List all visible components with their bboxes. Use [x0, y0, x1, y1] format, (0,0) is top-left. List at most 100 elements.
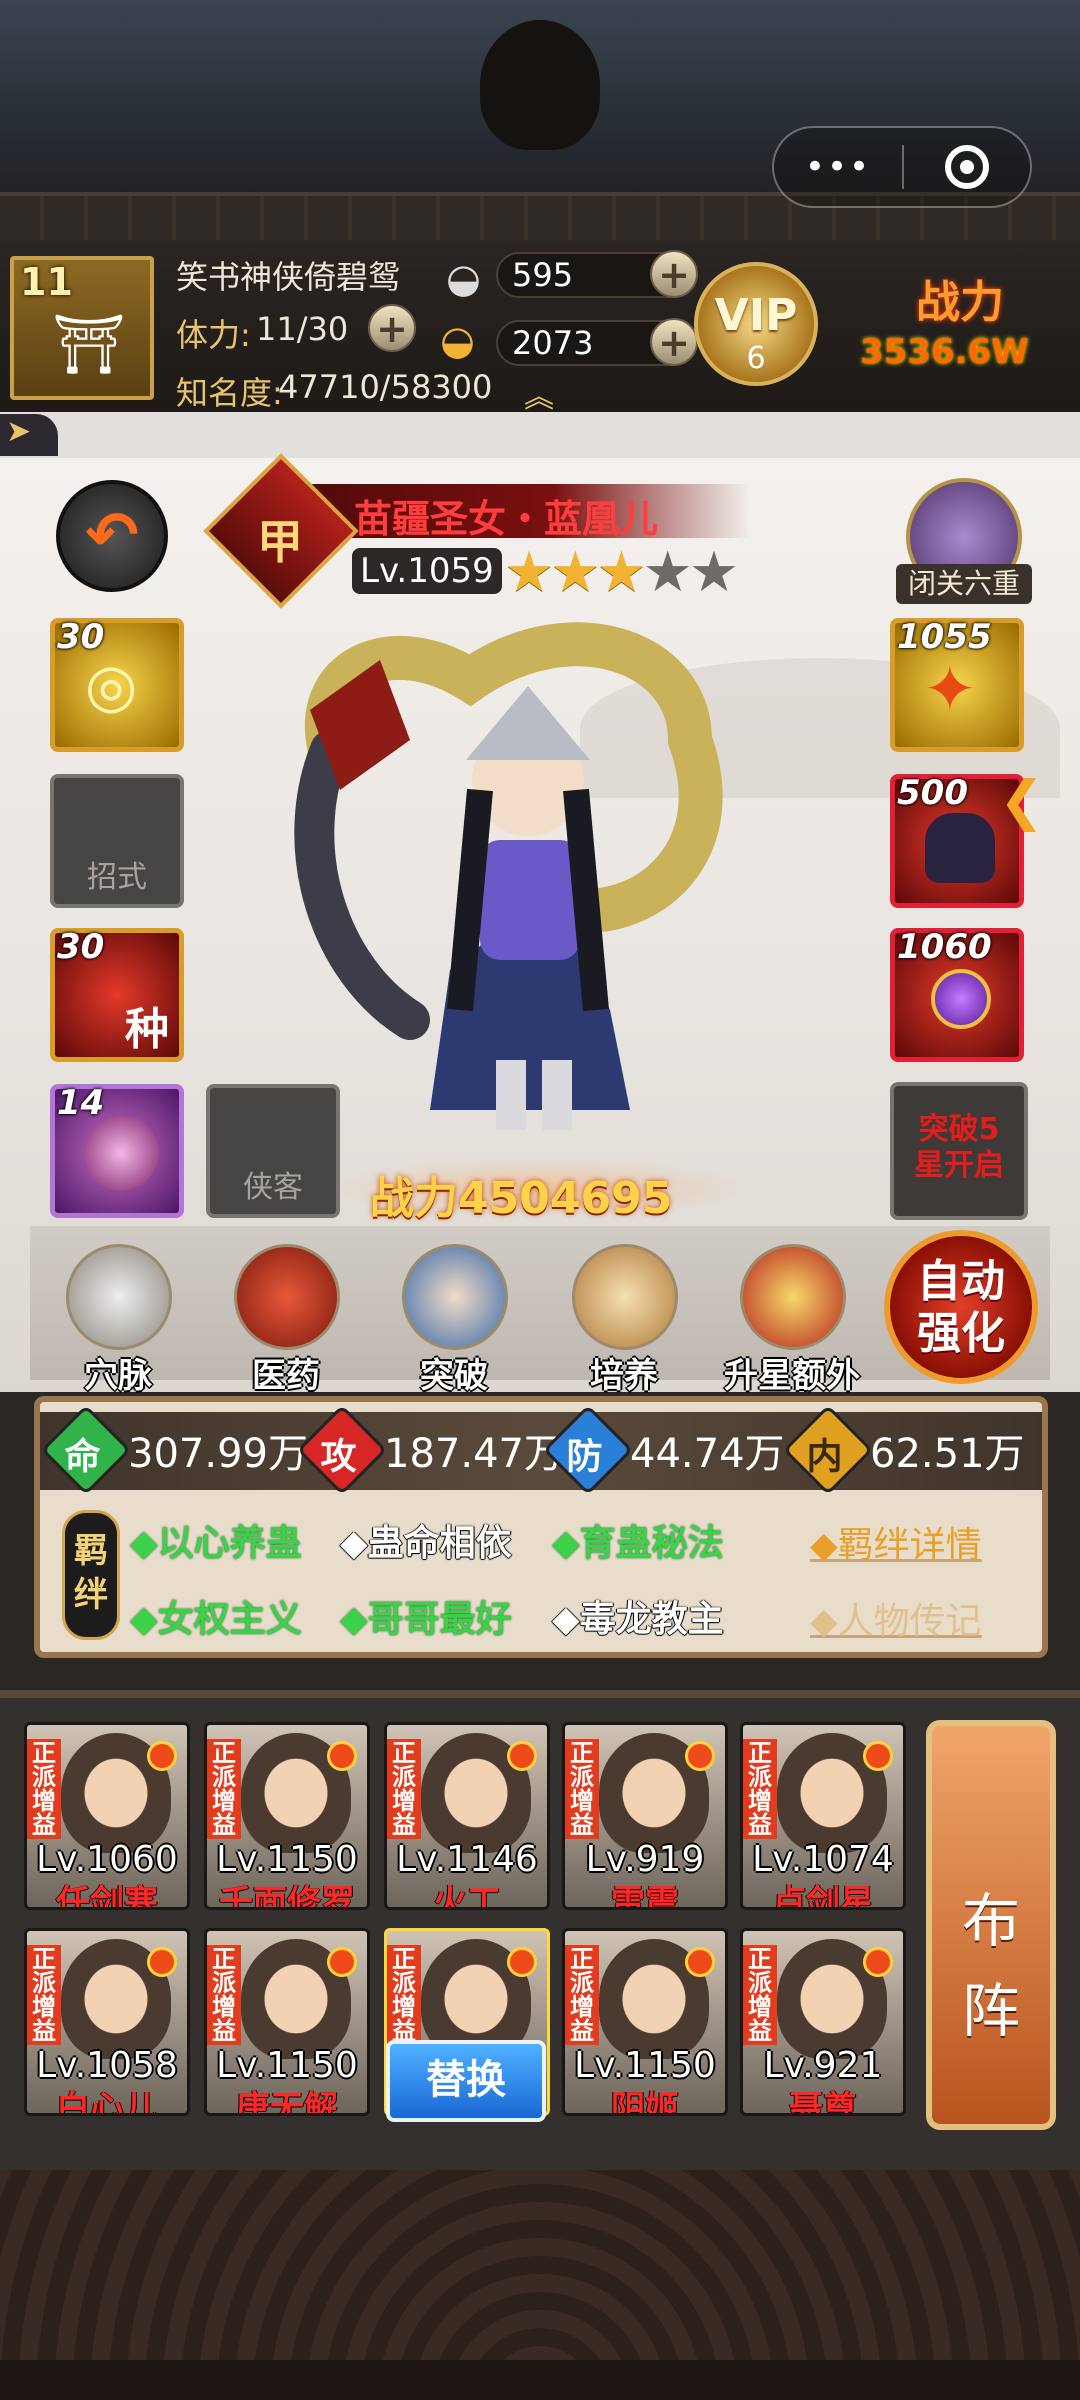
player-level: 11 [20, 260, 73, 304]
dark-armor-icon [925, 813, 995, 883]
add-stamina-button[interactable]: + [368, 304, 416, 352]
player-name: 笑书神侠倚碧鸳 [176, 258, 401, 296]
poison-skill-icon: 种 [125, 1004, 169, 1055]
skill-slot-label: 招式 [87, 860, 147, 895]
roster-name: 聂尊 [789, 2089, 857, 2116]
skill-slot-level: 30 [57, 927, 105, 967]
roster-card[interactable]: 正派增益 Lv.1058 白心儿 [24, 1928, 190, 2116]
fame-label: 知名度: [176, 374, 283, 412]
target-icon[interactable] [904, 145, 1030, 189]
vip-badge[interactable]: VIP 6 [694, 262, 818, 386]
roster-card[interactable]: 正派增益 Lv.1146 火工 [384, 1722, 550, 1910]
formation-button[interactable]: 布阵 [926, 1720, 1056, 2130]
herb-icon [234, 1244, 340, 1350]
gold-ingot-icon: ◒ [440, 318, 475, 364]
expand-chevron-icon[interactable]: ︽ [524, 372, 554, 416]
faction-dot-icon [863, 1741, 893, 1771]
roster-card[interactable]: 正派增益 Lv.1060 任剑寒 [24, 1722, 190, 1910]
equip-slot-level: 1060 [897, 927, 992, 967]
faction-buff-tag: 正派增益 [207, 1945, 241, 2045]
replace-button[interactable]: 替换 [386, 2040, 546, 2122]
cultivate-button[interactable]: 培养 [564, 1244, 684, 1396]
function-label: 培养 [590, 1356, 658, 1396]
swirl-skill-icon: ◎ [85, 651, 138, 721]
bond-item[interactable]: ◆女权主义 [130, 1590, 302, 1642]
meridian-button[interactable]: 穴脉 [58, 1244, 178, 1396]
faction-dot-icon [507, 1947, 537, 1977]
roster-level: Lv.1150 [574, 2045, 716, 2086]
ellipsis-icon[interactable]: ••• [774, 147, 902, 187]
roster-name: 千面修罗 [219, 1883, 355, 1910]
breakthrough-label: 突破5 星开启 [914, 1112, 1004, 1183]
hero-rank: 甲 [257, 515, 303, 569]
attack-icon: 攻 [296, 1404, 388, 1496]
side-menu-arrow-icon[interactable]: ➤ [0, 414, 58, 456]
scroll-icon [572, 1244, 678, 1350]
skill-slot-2[interactable]: 招式 [50, 774, 184, 908]
faction-dot-icon [507, 1741, 537, 1771]
roster-card[interactable]: 正派增益 Lv.1150 唐无解 [204, 1928, 370, 2116]
stat-inner-value: 62.51万 [870, 1431, 1025, 1477]
faction-buff-tag: 正派增益 [387, 1739, 421, 1839]
total-power-value: 3536.6W [860, 332, 1029, 372]
faction-dot-icon [147, 1947, 177, 1977]
faction-dot-icon [327, 1947, 357, 1977]
equip-slot-3[interactable]: 1060 [890, 927, 1024, 1062]
pagoda-icon: ⛩ [52, 310, 126, 378]
equip-slot-1[interactable]: 1055 ✦ [890, 617, 1024, 752]
skill-slot-3[interactable]: 30 种 [50, 927, 184, 1062]
roster-level: Lv.1146 [396, 1839, 538, 1880]
star-up-button[interactable]: 升星额外 [724, 1244, 860, 1396]
bond-tag-label: 羁绊 [74, 1531, 108, 1615]
roster-level: Lv.1074 [752, 1839, 894, 1880]
roster-card[interactable]: 正派增益 Lv.1150 千面修罗 [204, 1722, 370, 1910]
vip-level: 6 [746, 341, 766, 376]
roster-level: Lv.1150 [216, 1839, 358, 1880]
function-label: 穴脉 [84, 1356, 152, 1396]
skill-slot-4[interactable]: 14 [50, 1083, 184, 1218]
equip-slot-2[interactable]: 500 ❮ [890, 769, 1044, 908]
roster-card[interactable]: 正派增益 Lv.921 聂尊 [740, 1928, 906, 2116]
skill-slot-level: 14 [57, 1083, 105, 1123]
orb-skill-icon [83, 1115, 159, 1191]
faction-dot-icon [327, 1741, 357, 1771]
roster-card[interactable]: 正派增益 Lv.919 雷震 [562, 1722, 728, 1910]
roster-name: 任剑寒 [56, 1883, 158, 1910]
roster-card[interactable]: 正派增益 Lv.1150 阴姬 [562, 1928, 728, 2116]
add-gold-button[interactable]: + [650, 318, 698, 366]
upgrade-arrow-icon: ❮ [999, 769, 1045, 832]
faction-dot-icon [147, 1741, 177, 1771]
breakthrough-button[interactable]: 突破 [394, 1244, 514, 1396]
bond-item[interactable]: ◆育蛊秘法 [552, 1514, 724, 1566]
roster-name: 唐无解 [236, 2089, 338, 2116]
faction-buff-tag: 正派增益 [743, 1945, 777, 2045]
inner-icon: 内 [782, 1404, 874, 1496]
faction-buff-tag: 正派增益 [27, 1739, 61, 1839]
roster-name: 雷震 [611, 1883, 679, 1910]
faction-buff-tag: 正派增益 [565, 1739, 599, 1839]
auto-enhance-button[interactable]: 自动强化 [884, 1230, 1038, 1384]
bond-item[interactable]: ◆以心养蛊 [130, 1514, 302, 1566]
floor-pattern [0, 2170, 1080, 2400]
auto-enhance-label: 自动强化 [917, 1256, 1005, 1359]
player-avatar[interactable]: 11 ⛩ [10, 256, 154, 400]
breakthrough-locked-slot[interactable]: 突破5 星开启 [890, 1082, 1028, 1220]
faction-dot-icon [685, 1741, 715, 1771]
skill-slot-1[interactable]: 30 ◎ [50, 617, 184, 752]
stat-hp-value: 307.99万 [128, 1431, 308, 1477]
roster-card[interactable]: 正派增益 Lv.1074 卢剑星 [740, 1722, 906, 1910]
meridian-icon [66, 1244, 172, 1350]
roster-level: Lv.921 [763, 2045, 883, 2086]
bond-detail-link[interactable]: ◆羁绊详情 [810, 1516, 982, 1568]
roster-level: Lv.1150 [216, 2045, 358, 2086]
bond-item[interactable]: ◆蛊命相依 [340, 1514, 512, 1566]
hero-power: 战力4504695 [370, 1173, 673, 1224]
roster-name: 火工 [433, 1883, 501, 1910]
stat-defense: 防 44.74万 [542, 1404, 785, 1496]
biography-link[interactable]: ◆人物传记 [810, 1592, 982, 1644]
bond-item[interactable]: ◆毒龙教主 [552, 1590, 724, 1642]
back-button[interactable]: ↶ [56, 480, 168, 592]
medicine-button[interactable]: 医药 [226, 1244, 346, 1396]
bond-item[interactable]: ◆哥哥最好 [340, 1590, 512, 1642]
add-silver-button[interactable]: + [650, 250, 698, 298]
